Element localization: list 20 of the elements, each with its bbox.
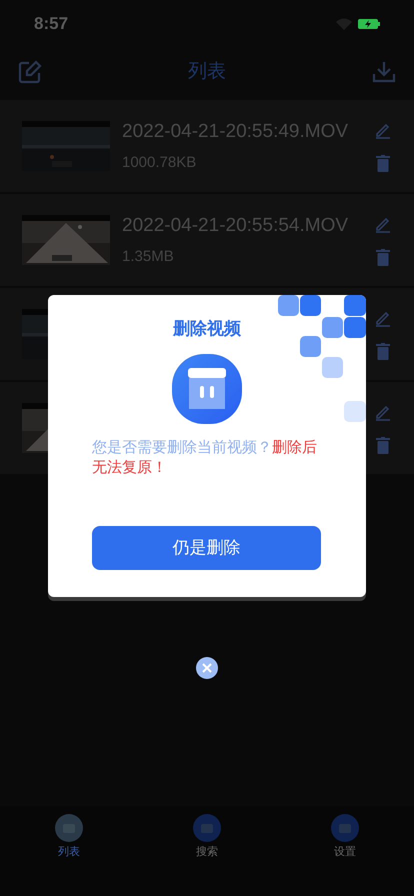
dialog-title: 删除视频 — [173, 318, 241, 340]
header-title: 列表 — [188, 60, 226, 84]
tab[interactable]: 设置 — [331, 814, 359, 860]
download-icon[interactable] — [372, 60, 396, 84]
file-name: 2022-04-21-20:55:54.MOV — [122, 214, 350, 238]
trash-icon[interactable] — [376, 248, 390, 266]
edit-icon[interactable] — [18, 60, 42, 84]
close-icon — [202, 663, 212, 673]
tab[interactable]: 列表 — [55, 814, 83, 860]
tab[interactable]: 搜索 — [193, 814, 221, 860]
status-time: 8:57 — [34, 13, 68, 36]
trash-icon[interactable] — [376, 436, 390, 454]
dialog-message: 您是否需要删除当前视频？删除后无法复原！ — [92, 438, 318, 478]
trash-icon[interactable] — [376, 154, 390, 172]
close-button[interactable] — [196, 657, 218, 679]
trash-icon[interactable] — [376, 342, 390, 360]
delete-button[interactable]: 仍是删除 — [92, 526, 321, 570]
battery-icon — [358, 19, 380, 29]
file-name: 2022-04-21-20:55:49.MOV — [122, 120, 350, 144]
trash-bin-icon — [172, 354, 242, 424]
